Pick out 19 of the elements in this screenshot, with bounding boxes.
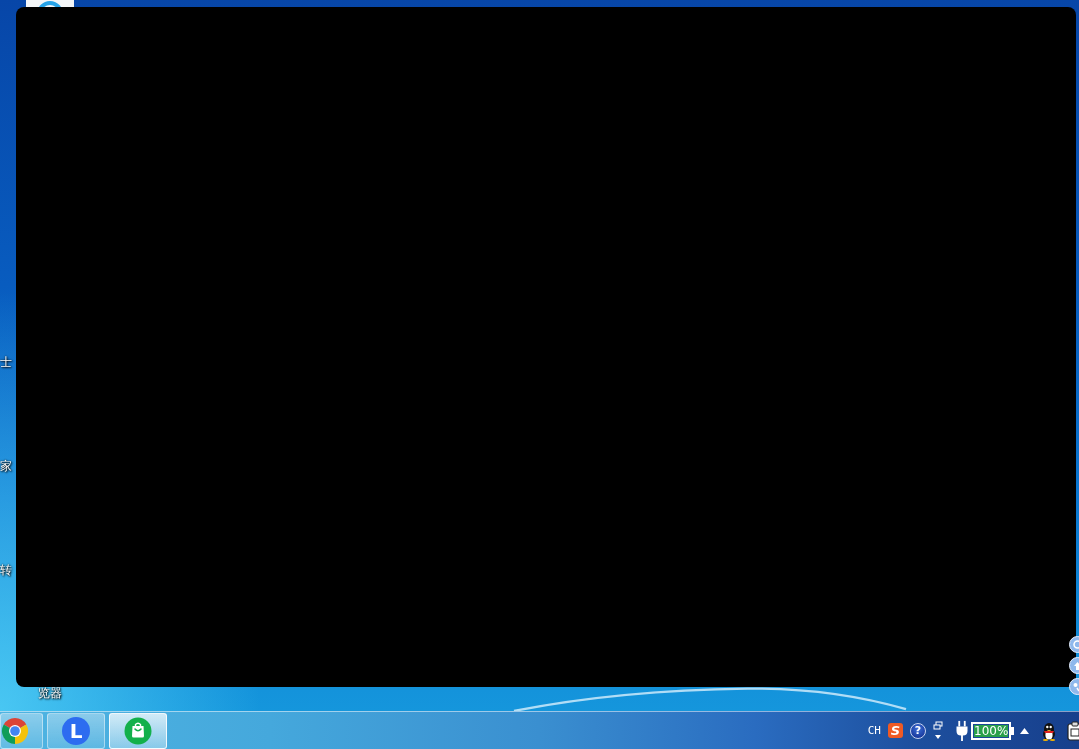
caret-up-icon[interactable] [1020,727,1029,734]
app-logo: L [62,716,90,745]
language-indicator[interactable]: CH [867,724,881,737]
desktop-icon-label[interactable]: 士 [0,355,12,369]
battery-icon[interactable]: 100% [971,721,1014,740]
battery-percent: 100% [974,724,1009,737]
ime-logo[interactable]: S [888,723,903,738]
penguin-icon[interactable] [1041,720,1057,741]
desktop-icon-label[interactable]: 转 [0,563,12,577]
taskbar-app-button[interactable]: L [47,712,105,749]
power-plug-icon[interactable] [955,719,969,742]
shopping-bag-icon [124,716,152,745]
clipboard-icon[interactable] [1067,720,1079,741]
help-button[interactable]: ? [910,722,926,739]
taskbar-app-button[interactable] [0,712,43,749]
windows-arrow-icon[interactable] [933,720,943,741]
taskbar-app-button[interactable] [109,712,167,749]
desktop-icon-label[interactable]: 览器 [38,686,62,700]
desktop-icon-label[interactable]: 家 [0,459,12,473]
